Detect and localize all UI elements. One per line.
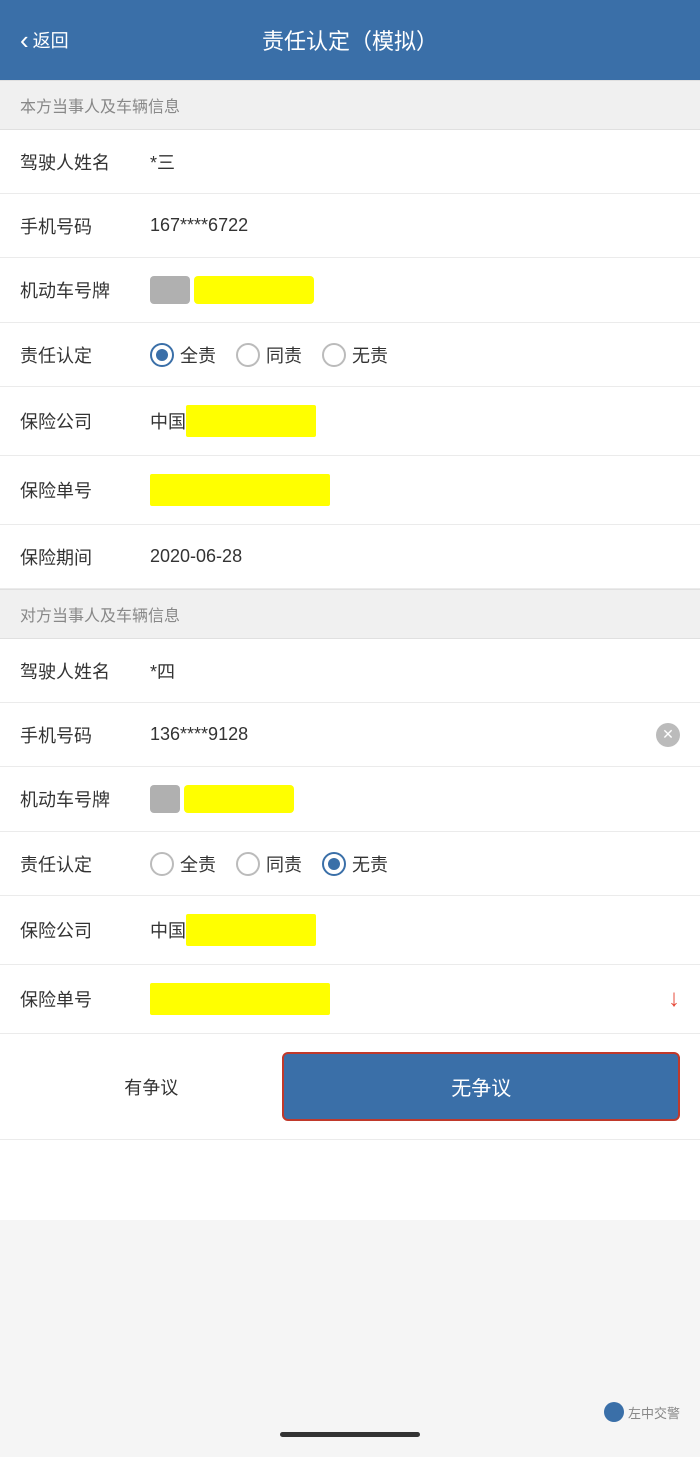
back-label: 返回: [33, 27, 69, 53]
app-header: ‹ 返回 责任认定（模拟）: [0, 0, 700, 80]
party2-responsibility-row: 责任认定 全责 同责 无责: [0, 832, 700, 896]
party2-phone-value: 136****9128: [150, 724, 648, 745]
party1-radio-none-label: 无责: [352, 342, 388, 368]
red-arrow-down-icon: ↓: [668, 985, 680, 1013]
party2-responsibility-label: 责任认定: [20, 851, 150, 877]
party1-phone-row: 手机号码 167****6722: [0, 194, 700, 258]
party1-radio-none-circle: [322, 343, 346, 367]
party1-plate-yellow: [194, 276, 314, 304]
bottom-spacer: [0, 1140, 700, 1220]
party1-insurance-company-value: 中国: [150, 405, 680, 437]
party2-plate-row: 机动车号牌: [0, 767, 700, 832]
party1-driver-value: *三: [150, 149, 680, 175]
party1-plate-row: 机动车号牌: [0, 258, 700, 323]
party1-driver-label: 驾驶人姓名: [20, 149, 150, 175]
party1-radio-all-label: 全责: [180, 342, 216, 368]
party2-insurance-company-value: 中国: [150, 914, 680, 946]
party2-phone-label: 手机号码: [20, 722, 150, 748]
party2-radio-none-circle: [322, 852, 346, 876]
party2-plate-value: [150, 785, 294, 813]
party2-radio-shared-label: 同责: [266, 851, 302, 877]
party1-insurance-period-label: 保险期间: [20, 544, 150, 570]
party2-plate-yellow: [184, 785, 294, 813]
watermark-logo: [604, 1402, 624, 1422]
watermark: 左中交警: [604, 1402, 680, 1422]
party2-radio-none[interactable]: 无责: [322, 851, 388, 877]
party2-radio-all-label: 全责: [180, 851, 216, 877]
back-button[interactable]: ‹ 返回: [20, 25, 69, 56]
no-dispute-label: 无争议: [451, 1078, 511, 1100]
party2-driver-value: *四: [150, 658, 680, 684]
bottom-buttons-row: 有争议 无争议: [0, 1034, 700, 1140]
party2-plate-label: 机动车号牌: [20, 786, 150, 812]
party1-phone-label: 手机号码: [20, 213, 150, 239]
party1-insurance-number-highlight: [150, 474, 330, 506]
party2-phone-clear-icon[interactable]: ✕: [656, 723, 680, 747]
party2-insurance-number-value: [150, 983, 660, 1015]
party1-driver-row: 驾驶人姓名 *三: [0, 130, 700, 194]
party1-insurance-company-row: 保险公司 中国: [0, 387, 700, 456]
party2-insurance-number-highlight: [150, 983, 330, 1015]
party1-radio-none[interactable]: 无责: [322, 342, 388, 368]
party2-insurance-company-highlight: [186, 914, 316, 946]
party1-radio-shared[interactable]: 同责: [236, 342, 302, 368]
party2-driver-label: 驾驶人姓名: [20, 658, 150, 684]
party1-plate-value: [150, 276, 314, 304]
party2-radio-group: 全责 同责 无责: [150, 851, 388, 877]
dispute-label: 有争议: [124, 1078, 178, 1098]
party2-radio-all[interactable]: 全责: [150, 851, 216, 877]
party2-plate-gray: [150, 785, 180, 813]
party1-insurance-number-value: [150, 474, 680, 506]
party1-radio-group: 全责 同责 无责: [150, 342, 388, 368]
party1-insurance-number-label: 保险单号: [20, 477, 150, 503]
party2-insurance-company-label: 保险公司: [20, 917, 150, 943]
party2-radio-shared-circle: [236, 852, 260, 876]
section1-header: 本方当事人及车辆信息: [0, 80, 700, 130]
party1-insurance-number-row: 保险单号: [0, 456, 700, 525]
page-title: 责任认定（模拟）: [262, 24, 438, 56]
party2-radio-none-label: 无责: [352, 851, 388, 877]
party2-driver-row: 驾驶人姓名 *四: [0, 639, 700, 703]
back-chevron: ‹: [20, 25, 29, 56]
watermark-text: 左中交警: [628, 1403, 680, 1422]
party1-insurance-period-value: 2020-06-28: [150, 546, 680, 567]
party2-insurance-number-label: 保险单号: [20, 986, 150, 1012]
home-indicator: [280, 1432, 420, 1437]
party1-insurance-company-label: 保险公司: [20, 408, 150, 434]
section2-header: 对方当事人及车辆信息: [0, 589, 700, 639]
party2-insurance-number-row: 保险单号 ↓: [0, 965, 700, 1034]
party2-radio-all-circle: [150, 852, 174, 876]
no-dispute-button[interactable]: 无争议: [282, 1052, 680, 1121]
party2-insurance-company-row: 保险公司 中国: [0, 896, 700, 965]
party1-radio-shared-circle: [236, 343, 260, 367]
party2-phone-row: 手机号码 136****9128 ✕: [0, 703, 700, 767]
party1-plate-gray: [150, 276, 190, 304]
party1-phone-value: 167****6722: [150, 215, 680, 236]
party1-plate-label: 机动车号牌: [20, 277, 150, 303]
party1-responsibility-row: 责任认定 全责 同责 无责: [0, 323, 700, 387]
dispute-button[interactable]: 有争议: [20, 1074, 282, 1100]
party1-radio-all-circle: [150, 343, 174, 367]
party1-radio-all[interactable]: 全责: [150, 342, 216, 368]
party1-responsibility-label: 责任认定: [20, 342, 150, 368]
party2-radio-shared[interactable]: 同责: [236, 851, 302, 877]
party1-radio-shared-label: 同责: [266, 342, 302, 368]
party1-insurance-period-row: 保险期间 2020-06-28: [0, 525, 700, 589]
party1-insurance-company-highlight: [186, 405, 316, 437]
